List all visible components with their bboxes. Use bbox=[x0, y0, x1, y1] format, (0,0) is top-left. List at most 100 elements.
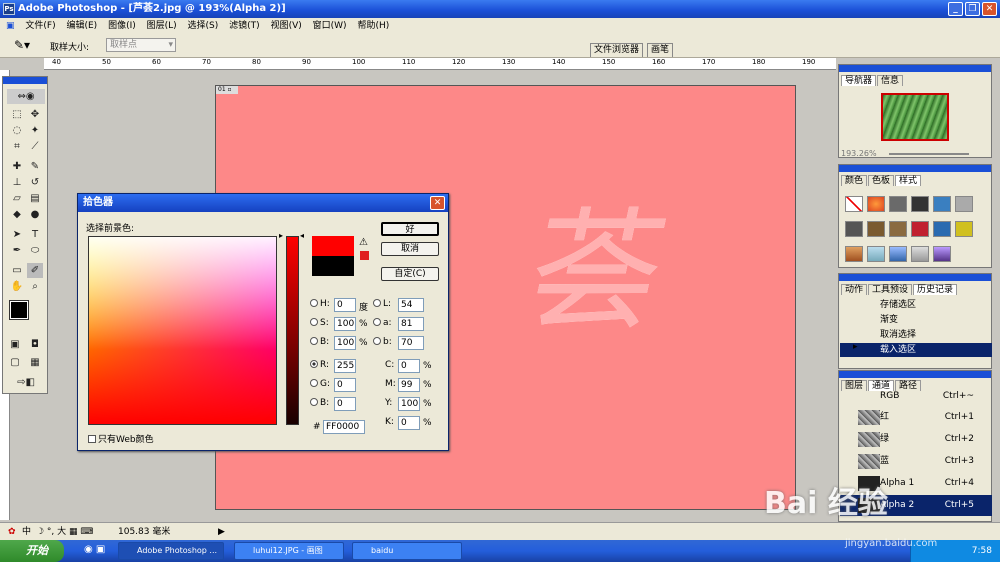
menu-filter[interactable]: 滤镜(T) bbox=[225, 18, 264, 34]
b-input[interactable]: 100 bbox=[334, 336, 356, 350]
ime-tools-icon[interactable]: ☽ °, 大 ▦ ⌨ bbox=[36, 523, 93, 541]
g-radio[interactable]: G: bbox=[310, 379, 330, 389]
menu-image[interactable]: 图像(I) bbox=[104, 18, 140, 34]
tab-history[interactable]: 历史记录 bbox=[913, 284, 958, 295]
panel-grip[interactable] bbox=[839, 65, 991, 72]
style-swatch[interactable] bbox=[889, 246, 907, 262]
crop-icon[interactable]: ⌗ bbox=[9, 139, 25, 154]
dodge-icon[interactable]: ● bbox=[27, 207, 43, 222]
brush-icon[interactable]: ✎ bbox=[27, 159, 43, 174]
ps-eye-icon[interactable]: ⇔◉ bbox=[7, 89, 45, 104]
full-screen-icon[interactable]: ▦ bbox=[27, 355, 43, 370]
panel-grip[interactable] bbox=[839, 165, 991, 172]
tab-file-browser[interactable]: 文件浏览器 bbox=[590, 43, 644, 57]
eyedropper-tool-icon[interactable]: ✎▾ bbox=[14, 38, 30, 52]
radio-icon[interactable] bbox=[310, 398, 318, 406]
tab-color[interactable]: 颜色 bbox=[841, 175, 868, 186]
channel-row-red[interactable]: 红 Ctrl+1 bbox=[840, 407, 992, 428]
task-paint[interactable]: luhui12.JPG - 画图 bbox=[234, 542, 344, 560]
h-radio[interactable]: H: bbox=[310, 299, 330, 309]
c-input[interactable]: 0 bbox=[398, 359, 420, 373]
text-icon[interactable]: T bbox=[27, 227, 43, 242]
marquee-icon[interactable]: ⬚ bbox=[9, 107, 25, 122]
style-swatch[interactable] bbox=[955, 196, 973, 212]
quick-launch-icon[interactable]: ◉ ▣ bbox=[84, 544, 105, 555]
slice-icon[interactable]: ⟋ bbox=[27, 139, 43, 154]
eyedropper-icon[interactable]: ✐ bbox=[27, 263, 43, 278]
style-swatch[interactable] bbox=[933, 196, 951, 212]
zoom-icon[interactable]: ⌕ bbox=[27, 279, 43, 294]
notes-icon[interactable]: ▭ bbox=[9, 263, 25, 278]
radio-icon[interactable] bbox=[373, 337, 381, 345]
panel-grip[interactable] bbox=[839, 274, 991, 281]
m-input[interactable]: 99 bbox=[398, 378, 420, 392]
ime-icon[interactable]: ✿ bbox=[8, 523, 16, 541]
foreground-color-swatch[interactable] bbox=[9, 300, 29, 320]
dialog-close-button[interactable]: ✕ bbox=[430, 196, 445, 210]
tab-styles[interactable]: 样式 bbox=[895, 175, 922, 186]
lab-b-radio[interactable]: b: bbox=[373, 337, 392, 347]
eraser-icon[interactable]: ▱ bbox=[9, 191, 25, 206]
gradient-icon[interactable]: ▤ bbox=[27, 191, 43, 206]
lasso-icon[interactable]: ◌ bbox=[9, 123, 25, 138]
color-field[interactable] bbox=[88, 236, 277, 425]
slider-arrow-right-icon[interactable]: ◂ bbox=[300, 231, 304, 240]
radio-icon[interactable] bbox=[310, 379, 318, 387]
style-swatch[interactable] bbox=[889, 196, 907, 212]
style-swatch[interactable] bbox=[867, 246, 885, 262]
style-swatch[interactable] bbox=[955, 221, 973, 237]
style-swatch[interactable] bbox=[867, 221, 885, 237]
navigator-zoom-slider[interactable] bbox=[889, 153, 969, 155]
move-icon[interactable]: ✥ bbox=[27, 107, 43, 122]
imageready-icon[interactable]: ⇨◧ bbox=[7, 375, 45, 390]
style-swatch[interactable] bbox=[845, 196, 863, 212]
style-swatch[interactable] bbox=[933, 246, 951, 262]
radio-selected-icon[interactable] bbox=[310, 360, 318, 368]
quick-mask-icon[interactable]: ◘ bbox=[27, 337, 43, 352]
history-item[interactable]: 存储选区 bbox=[840, 298, 992, 312]
b-radio[interactable]: B: bbox=[310, 337, 329, 347]
close-button[interactable]: ✕ bbox=[982, 2, 997, 16]
menu-file[interactable]: 文件(F) bbox=[21, 18, 59, 34]
style-swatch[interactable] bbox=[933, 221, 951, 237]
dialog-title-bar[interactable]: 拾色器 bbox=[78, 194, 448, 212]
task-photoshop[interactable]: Adobe Photoshop ... bbox=[118, 542, 224, 560]
blue-input[interactable]: 0 bbox=[334, 397, 356, 411]
radio-icon[interactable] bbox=[310, 299, 318, 307]
style-swatch[interactable] bbox=[911, 196, 929, 212]
ime-mode[interactable]: 中 bbox=[22, 523, 31, 541]
shape-icon[interactable]: ⬭ bbox=[27, 243, 43, 258]
radio-icon[interactable] bbox=[310, 337, 318, 345]
style-swatch[interactable] bbox=[867, 196, 885, 212]
l-radio[interactable]: L: bbox=[373, 299, 391, 309]
lab-b-input[interactable]: 70 bbox=[398, 336, 424, 350]
sample-size-select[interactable]: 取样点 ▾ bbox=[106, 38, 176, 52]
minimize-button[interactable]: _ bbox=[948, 2, 963, 16]
clock[interactable]: 7:58 bbox=[972, 546, 992, 556]
s-input[interactable]: 100 bbox=[334, 317, 356, 331]
toolbox-grip[interactable] bbox=[3, 77, 47, 84]
k-input[interactable]: 0 bbox=[398, 416, 420, 430]
cancel-button[interactable]: 取消 bbox=[381, 242, 439, 256]
tab-info[interactable]: 信息 bbox=[877, 75, 904, 86]
task-baidu-folder[interactable]: baidu bbox=[352, 542, 462, 560]
a-input[interactable]: 81 bbox=[398, 317, 424, 331]
history-item[interactable]: 渐变 bbox=[840, 313, 992, 327]
blue-radio[interactable]: B: bbox=[310, 398, 329, 408]
tab-layers[interactable]: 图层 bbox=[841, 380, 868, 391]
menu-select[interactable]: 选择(S) bbox=[184, 18, 223, 34]
menu-window[interactable]: 窗口(W) bbox=[309, 18, 351, 34]
panel-grip[interactable] bbox=[839, 371, 991, 378]
history-item[interactable]: 载入选区 bbox=[840, 343, 992, 357]
path-select-icon[interactable]: ➤ bbox=[9, 227, 25, 242]
channel-row-blue[interactable]: 蓝 Ctrl+3 bbox=[840, 451, 992, 472]
a-radio[interactable]: a: bbox=[373, 318, 392, 328]
pen-icon[interactable]: ✒ bbox=[9, 243, 25, 258]
tab-navigator[interactable]: 导航器 bbox=[841, 75, 877, 86]
gamut-color-swatch[interactable] bbox=[360, 251, 369, 260]
standard-mode-icon[interactable]: ▣ bbox=[7, 337, 23, 352]
history-state-icon[interactable]: ▸ bbox=[853, 342, 858, 352]
start-button[interactable]: 开始 bbox=[0, 540, 64, 562]
r-radio[interactable]: R: bbox=[310, 360, 329, 370]
ok-button[interactable]: 好 bbox=[381, 222, 439, 236]
